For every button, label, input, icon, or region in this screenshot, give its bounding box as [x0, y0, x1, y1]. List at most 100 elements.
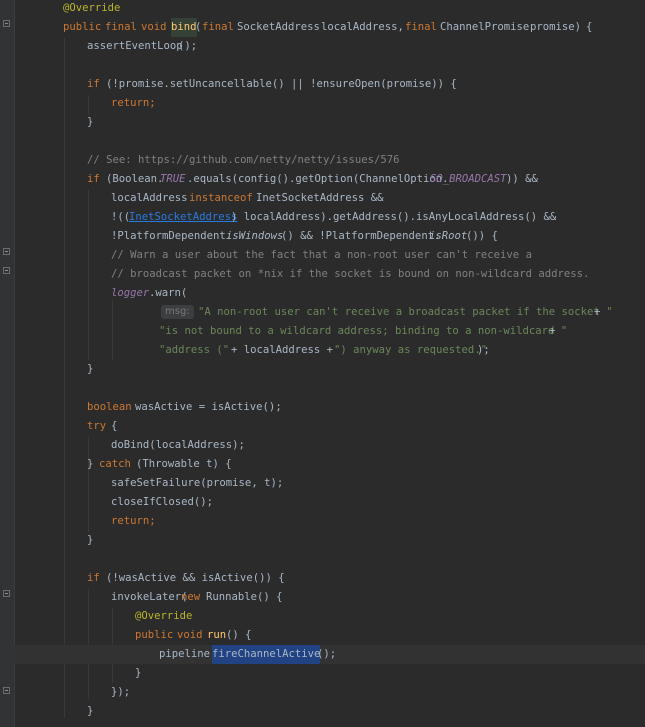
code-text: (!wasActive && isActive()) { — [106, 572, 285, 584]
keyword-token: if — [87, 78, 100, 90]
keyword-token: boolean — [87, 401, 132, 413]
method-name-run: run — [207, 629, 227, 641]
code-line[interactable]: safeSetFailure(promise, t); — [14, 474, 645, 493]
fold-marker-icon[interactable] — [3, 687, 10, 694]
code-line[interactable]: @Override — [14, 0, 645, 18]
code-text: !(( — [111, 211, 131, 223]
code-line[interactable]: } — [14, 113, 645, 132]
code-text: localAddress — [111, 192, 188, 204]
string-token: "A non-root user can't receive a broadca… — [198, 306, 613, 318]
fold-marker-icon[interactable] — [3, 267, 10, 274]
code-line[interactable]: } — [14, 702, 645, 721]
code-text: ( — [195, 21, 202, 33]
code-text: safeSetFailure(promise, t); — [111, 477, 284, 489]
string-token: "address (" — [159, 344, 230, 356]
keyword-token: return; — [111, 515, 156, 527]
static-method-token: isRoot — [429, 230, 468, 242]
code-text: .equals(config().getOption(ChannelOption… — [187, 173, 449, 185]
code-text: ()) { — [466, 230, 498, 242]
code-line[interactable]: public void run () { — [14, 626, 645, 645]
code-line[interactable]: if (!promise.setUncancellable() || !ensu… — [14, 75, 645, 94]
code-line[interactable]: public final void bind ( final SocketAdd… — [14, 18, 645, 37]
code-text: }); — [111, 686, 131, 698]
code-text: ChannelPromise — [440, 21, 530, 33]
code-text: (Throwable t) { — [136, 458, 232, 470]
code-line[interactable]: try { — [14, 417, 645, 436]
code-text: + — [594, 306, 601, 318]
code-text: ) localAddress).getAddress().isAnyLocalA… — [231, 211, 557, 223]
keyword-token: void — [177, 629, 203, 641]
code-line[interactable]: return; — [14, 512, 645, 531]
keyword-token: public — [63, 21, 102, 33]
keyword-token: catch — [99, 458, 131, 470]
method-name-bind[interactable]: bind — [171, 18, 197, 37]
code-text: SocketAddress — [237, 21, 320, 33]
code-text: () { — [226, 629, 252, 641]
code-text: )) && — [506, 173, 538, 185]
code-line[interactable]: // Warn a user about the fact that a non… — [14, 246, 645, 265]
code-line[interactable]: // broadcast packet on *nix if the socke… — [14, 265, 645, 284]
code-line[interactable]: assertEventLoop (); — [14, 37, 645, 56]
field-token: logger — [111, 287, 150, 299]
code-line[interactable]: } catch (Throwable t) { — [14, 455, 645, 474]
fold-marker-icon[interactable] — [3, 248, 10, 255]
code-text: Runnable() { — [206, 591, 283, 603]
comment-token: // broadcast packet on *nix if the socke… — [111, 268, 590, 280]
code-line[interactable]: msg: "A non-root user can't receive a br… — [14, 303, 645, 322]
code-text: !PlatformDependent. — [111, 230, 233, 242]
code-text: pipeline. — [159, 648, 217, 660]
code-text: + — [549, 325, 556, 337]
editor-gutter[interactable] — [0, 0, 15, 727]
keyword-token: instanceof — [189, 192, 253, 204]
code-line[interactable]: } — [14, 664, 645, 683]
code-line[interactable]: doBind(localAddress); — [14, 436, 645, 455]
code-editor[interactable]: @Override public final void bind ( final… — [0, 0, 645, 727]
code-line[interactable]: !(( InetSocketAddress ) localAddress).ge… — [14, 208, 645, 227]
code-line[interactable]: return; — [14, 94, 645, 113]
string-token: "is not bound to a wildcard address; bin… — [159, 325, 568, 337]
code-line-current[interactable]: pipeline. fireChannelActive (); — [14, 645, 645, 664]
keyword-token: final — [405, 21, 437, 33]
annotation-token: @Override — [135, 610, 193, 622]
code-line[interactable]: // See: https://github.com/netty/netty/i… — [14, 151, 645, 170]
code-text: .warn( — [149, 287, 188, 299]
code-text: } — [87, 458, 94, 470]
string-token: ") anyway as requested." — [334, 344, 488, 356]
keyword-token: try — [87, 420, 107, 432]
code-text: + localAddress + — [231, 344, 334, 356]
code-line[interactable]: } — [14, 360, 645, 379]
code-text: InetSocketAddress && — [256, 192, 384, 204]
code-line[interactable]: "is not bound to a wildcard address; bin… — [14, 322, 645, 341]
code-text: assertEventLoop — [87, 40, 183, 52]
code-text: } — [87, 534, 94, 546]
code-line[interactable]: }); — [14, 683, 645, 702]
fold-marker-icon[interactable] — [3, 20, 10, 27]
code-line[interactable]: if (Boolean. TRUE .equals(config().getOp… — [14, 170, 645, 189]
code-text: invokeLater( — [111, 591, 188, 603]
code-line[interactable]: } — [14, 531, 645, 550]
code-text: (Boolean. — [106, 173, 164, 185]
code-text: } — [135, 667, 142, 679]
code-line[interactable]: "address (" + localAddress + ") anyway a… — [14, 341, 645, 360]
keyword-token: if — [87, 173, 100, 185]
code-text: } — [87, 705, 94, 717]
code-text: promise) — [530, 21, 582, 33]
code-line[interactable]: if (!wasActive && isActive()) { — [14, 569, 645, 588]
code-text: (!promise.setUncancellable() || !ensureO… — [106, 78, 457, 90]
keyword-token: final — [202, 21, 234, 33]
code-text: localAddress, — [321, 21, 404, 33]
code-line[interactable]: localAddress instanceof InetSocketAddres… — [14, 189, 645, 208]
code-text: (); — [178, 40, 198, 52]
selected-text[interactable]: fireChannelActive — [212, 645, 321, 664]
code-line[interactable]: logger .warn( — [14, 284, 645, 303]
class-link-inetsocketaddress[interactable]: InetSocketAddress — [129, 208, 237, 227]
static-method-token: isWindows — [226, 230, 284, 242]
code-line[interactable]: @Override — [14, 607, 645, 626]
code-line[interactable]: boolean wasActive = isActive(); — [14, 398, 645, 417]
fold-marker-icon[interactable] — [3, 590, 10, 597]
keyword-token: final — [105, 21, 137, 33]
code-line[interactable]: closeIfClosed(); — [14, 493, 645, 512]
code-line[interactable]: !PlatformDependent. isWindows () && !Pla… — [14, 227, 645, 246]
code-line[interactable]: invokeLater( new Runnable() { — [14, 588, 645, 607]
keyword-token: return; — [111, 97, 156, 109]
